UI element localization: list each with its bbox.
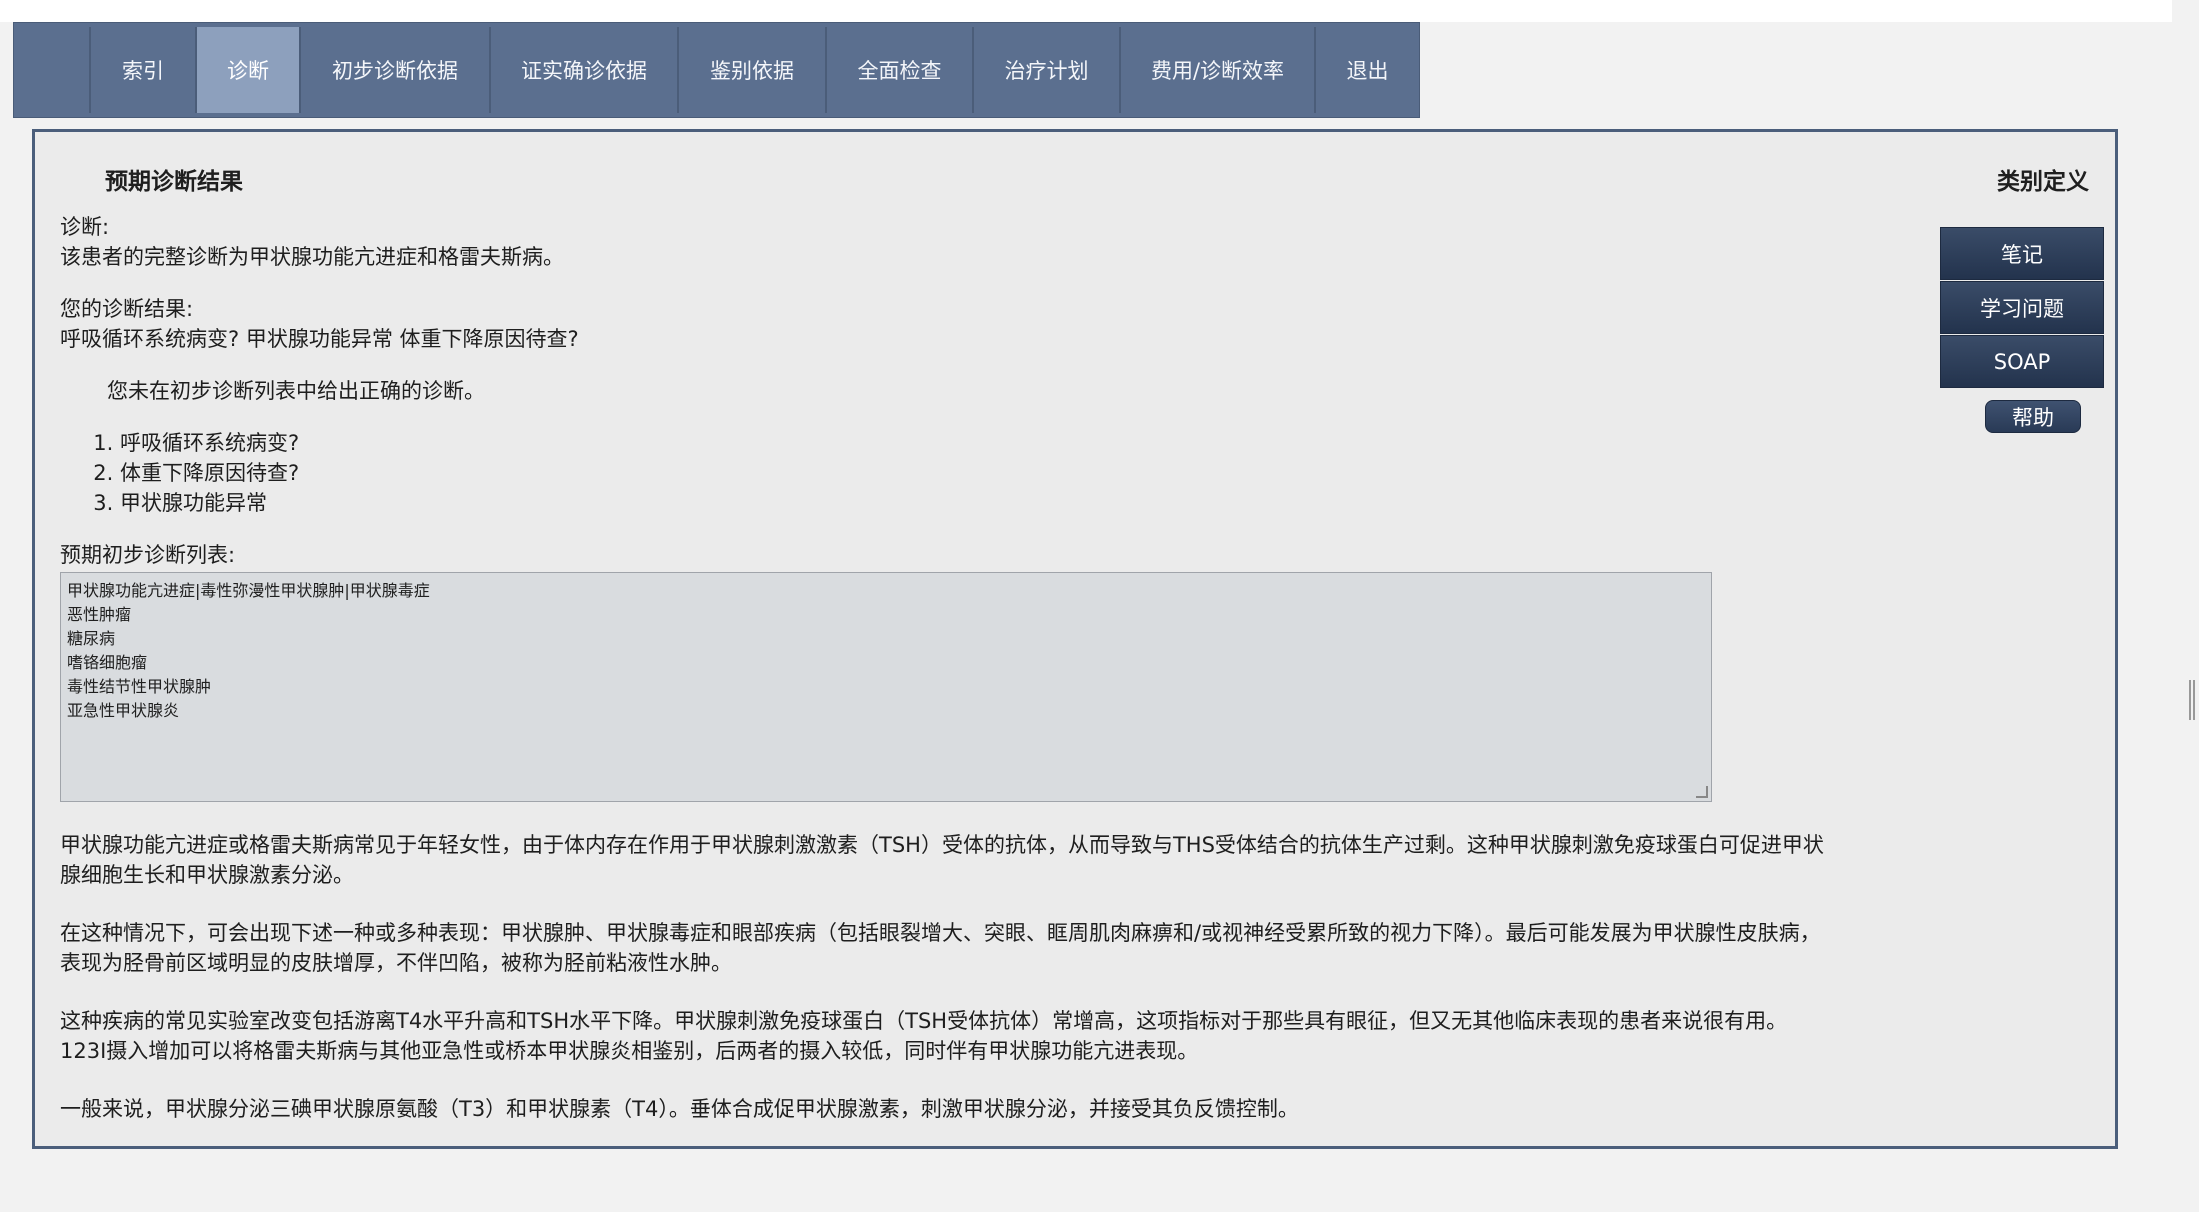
textarea-line: 毒性结节性甲状腺肿 — [67, 677, 212, 696]
notes-button[interactable]: 笔记 — [1940, 227, 2104, 280]
resize-grip-icon[interactable] — [1696, 786, 1708, 798]
list-item: 呼吸循环系统病变? — [120, 428, 1830, 458]
nav-tab-index[interactable]: 索引 — [89, 27, 195, 113]
textarea-line: 嗜铬细胞瘤 — [67, 653, 148, 672]
diagnosis-text: 该患者的完整诊断为甲状腺功能亢进症和格雷夫斯病。 — [60, 245, 564, 269]
soap-button[interactable]: SOAP — [1940, 335, 2104, 388]
explanation-paragraph: 甲状腺功能亢进症或格雷夫斯病常见于年轻女性，由于体内存在作用于甲状腺刺激激素（T… — [60, 833, 1824, 887]
textarea-line: 亚急性甲状腺炎 — [67, 701, 180, 720]
nav-tab-treatment-plan[interactable]: 治疗计划 — [972, 27, 1119, 113]
side-menu: 笔记 学习问题 SOAP — [1940, 227, 2104, 389]
nav-tab-cost-efficiency[interactable]: 费用/诊断效率 — [1119, 27, 1314, 113]
top-strip — [0, 0, 2172, 22]
list-item: 体重下降原因待查? — [120, 458, 1830, 488]
expected-diagnosis-textarea[interactable]: 甲状腺功能亢进症|毒性弥漫性甲状腺肿|甲状腺毒症 恶性肿瘤 糖尿病 嗜铬细胞瘤 … — [60, 572, 1712, 802]
panel-title: 预期诊断结果 — [105, 169, 243, 195]
main-nav: 索引 诊断 初步诊断依据 证实确诊依据 鉴别依据 全面检查 治疗计划 费用/诊断… — [13, 22, 1420, 118]
diagnosis-panel: 预期诊断结果 类别定义 诊断: 该患者的完整诊断为甲状腺功能亢进症和格雷夫斯病。… — [32, 129, 2118, 1149]
category-definition-link[interactable]: 类别定义 — [1997, 162, 2089, 196]
nav-tab-preliminary-basis[interactable]: 初步诊断依据 — [299, 27, 489, 113]
explanation-paragraph: 这种疾病的常见实验室改变包括游离T4水平升高和TSH水平下降。甲状腺刺激免疫球蛋… — [60, 1009, 1788, 1063]
nav-tab-diagnosis[interactable]: 诊断 — [195, 27, 299, 113]
nav-tab-exit[interactable]: 退出 — [1314, 27, 1419, 113]
textarea-line: 恶性肿瘤 — [67, 605, 132, 624]
diagnosis-label: 诊断: — [60, 215, 110, 239]
nav-tab-differential-basis[interactable]: 鉴别依据 — [677, 27, 825, 113]
expected-list-label: 预期初步诊断列表: — [60, 543, 236, 567]
explanation-paragraph: 一般来说，甲状腺分泌三碘甲状腺原氨酸（T3）和甲状腺素（T4）。垂体合成促甲状腺… — [60, 1097, 1299, 1121]
textarea-line: 糖尿病 — [67, 629, 116, 648]
missed-diagnosis-note: 您未在初步诊断列表中给出正确的诊断。 — [107, 379, 485, 403]
textarea-line: 甲状腺功能亢进症|毒性弥漫性甲状腺肿|甲状腺毒症 — [67, 581, 430, 600]
your-result-text: 呼吸循环系统病变? 甲状腺功能异常 体重下降原因待查? — [60, 327, 579, 351]
list-item: 甲状腺功能异常 — [120, 488, 1830, 518]
panel-content: 诊断: 该患者的完整诊断为甲状腺功能亢进症和格雷夫斯病。 您的诊断结果: 呼吸循… — [60, 212, 1830, 1124]
nav-tab-full-exam[interactable]: 全面检查 — [825, 27, 972, 113]
your-result-label: 您的诊断结果: — [60, 297, 194, 321]
user-diagnosis-list: 呼吸循环系统病变? 体重下降原因待查? 甲状腺功能异常 — [60, 428, 1830, 518]
help-button[interactable]: 帮助 — [1985, 400, 2081, 433]
nav-tab-confirmation-basis[interactable]: 证实确诊依据 — [489, 27, 677, 113]
explanation-paragraph: 在这种情况下，可会出现下述一种或多种表现：甲状腺肿、甲状腺毒症和眼部疾病（包括眼… — [60, 921, 1821, 975]
window-resize-handle[interactable] — [2189, 680, 2195, 720]
study-questions-button[interactable]: 学习问题 — [1940, 281, 2104, 334]
